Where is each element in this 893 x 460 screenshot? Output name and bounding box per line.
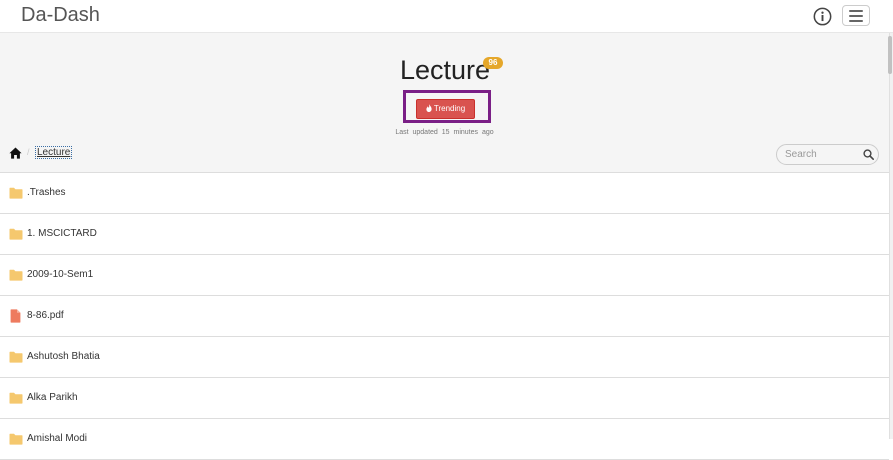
home-icon[interactable]: [9, 147, 22, 159]
scrollbar-thumb[interactable]: [888, 36, 892, 74]
updated-suffix: ago: [481, 129, 494, 136]
folder-icon: [9, 392, 23, 404]
updated-value: 15 minutes: [441, 129, 479, 136]
file-list: .Trashes 1. MSCICTARD 2009-10-Sem1 8-86.…: [0, 173, 889, 460]
hamburger-menu-icon-bar: [849, 15, 863, 17]
info-circle-icon[interactable]: [813, 7, 832, 26]
trending-label: Trending: [433, 104, 466, 113]
updated-label: Last updated: [395, 129, 438, 136]
trending-button[interactable]: Trending: [416, 99, 475, 119]
list-item[interactable]: .Trashes: [0, 173, 889, 214]
folder-icon: [9, 433, 23, 445]
navbar: Da-Dash: [0, 0, 893, 33]
list-item[interactable]: Alka Parikh: [0, 378, 889, 419]
count-badge: 96: [483, 57, 503, 69]
hamburger-menu-icon-bar: [849, 20, 863, 22]
search-icon[interactable]: [863, 149, 874, 160]
list-item[interactable]: Ashutosh Bhatia: [0, 337, 889, 378]
file-name: .Trashes: [27, 187, 66, 198]
list-item[interactable]: 2009-10-Sem1: [0, 255, 889, 296]
search-input[interactable]: [785, 148, 857, 161]
header-panel: Lecture 96 Trending Last updated 15 minu…: [0, 33, 889, 173]
flame-icon: [426, 100, 432, 118]
file-name: Amishal Modi: [27, 433, 88, 444]
page-title: Lecture: [400, 55, 491, 85]
file-name: 1. MSCICTARD: [27, 228, 97, 239]
folder-icon: [9, 269, 23, 281]
folder-icon: [9, 228, 23, 240]
last-updated: Last updated 15 minutes ago: [0, 129, 889, 136]
breadcrumb-separator: /: [27, 147, 30, 157]
search-box: [776, 144, 879, 165]
list-item[interactable]: 1. MSCICTARD: [0, 214, 889, 255]
folder-icon: [9, 351, 23, 363]
breadcrumb-current[interactable]: Lecture: [34, 146, 73, 159]
menu-button[interactable]: [842, 5, 870, 26]
folder-icon: [9, 187, 23, 199]
pdf-file-icon: [10, 309, 21, 323]
hamburger-menu-icon: [849, 10, 863, 12]
file-name: 2009-10-Sem1: [27, 269, 94, 280]
file-name: Ashutosh Bhatia: [27, 351, 100, 362]
brand-logo[interactable]: Da-Dash: [21, 4, 100, 27]
file-name: 8-86.pdf: [27, 310, 64, 321]
list-item[interactable]: Amishal Modi: [0, 419, 889, 460]
list-item[interactable]: 8-86.pdf: [0, 296, 889, 337]
file-name: Alka Parikh: [27, 392, 78, 403]
